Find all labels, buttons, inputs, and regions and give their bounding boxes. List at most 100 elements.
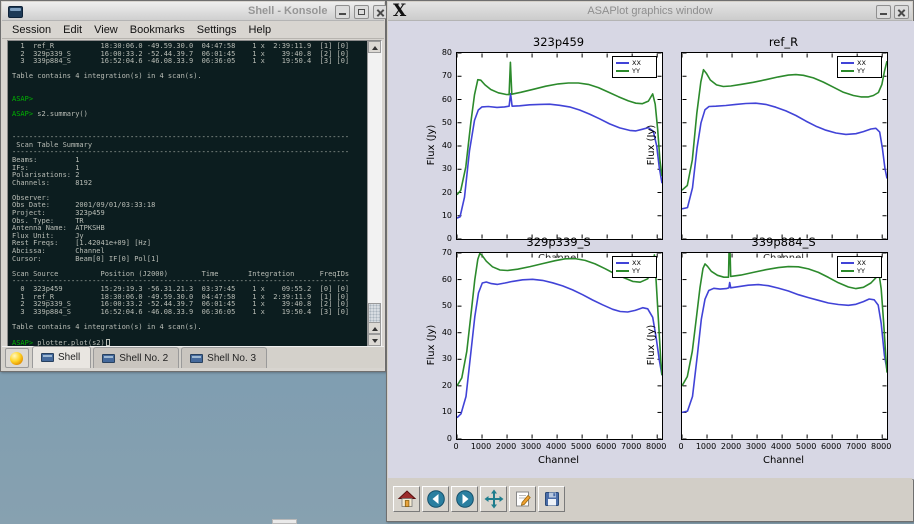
y-tick-label: 70 — [430, 248, 452, 257]
tab-shell[interactable]: Shell — [32, 346, 91, 368]
menu-session[interactable]: Session — [6, 23, 57, 37]
pan-button[interactable] — [480, 486, 507, 512]
legend-label: YY — [632, 67, 640, 75]
legend-entry: YY — [841, 67, 878, 75]
legend-line-sample — [616, 270, 629, 272]
series-XX — [457, 279, 662, 417]
series-XX — [682, 103, 887, 209]
legend: XXYY — [837, 56, 882, 78]
home-button[interactable] — [393, 486, 420, 512]
asaplot-titlebar[interactable]: ASAPlot graphics window — [388, 2, 912, 21]
configure-button[interactable] — [509, 486, 536, 512]
maximize-button[interactable] — [354, 5, 369, 19]
plot-area — [682, 53, 887, 239]
plot-axes-339p884_S[interactable] — [681, 252, 888, 440]
save-button[interactable] — [538, 486, 565, 512]
tab-label: Shell No. 3 — [207, 353, 256, 364]
legend-label: XX — [857, 259, 866, 267]
pan-icon — [484, 489, 504, 509]
window-title: Shell - Konsole — [248, 5, 327, 17]
plot-axes-ref_R[interactable] — [681, 52, 888, 240]
menu-bar: SessionEditViewBookmarksSettingsHelp — [2, 21, 384, 39]
y-tick-label: 60 — [430, 275, 452, 284]
konsole-window: Shell - Konsole SessionEditViewBookmarks… — [0, 0, 386, 372]
terminal[interactable]: 1 ref_R 18:30:06.0 -49.59.30.0 04:47:58 … — [7, 40, 382, 347]
legend-label: XX — [857, 59, 866, 67]
window-title: ASAPlot graphics window — [388, 5, 912, 17]
console-tab-icon — [190, 354, 203, 363]
terminal-line: Table contains 4 integration(s) in 4 sca… — [12, 324, 368, 332]
legend-label: YY — [632, 267, 640, 275]
plot-axes-329p339_S[interactable] — [456, 252, 663, 440]
legend-label: YY — [857, 67, 865, 75]
terminal-line: 3 339p884_S 16:52:04.6 -46.08.33.9 06:36… — [12, 58, 368, 66]
desktop-artifact — [272, 519, 297, 524]
menu-settings[interactable]: Settings — [191, 23, 243, 37]
terminal-scrollbar[interactable] — [367, 41, 381, 346]
tab-shell-no-3[interactable]: Shell No. 3 — [181, 347, 267, 368]
legend-label: YY — [857, 267, 865, 275]
menu-edit[interactable]: Edit — [57, 23, 88, 37]
minimize-button[interactable] — [876, 5, 891, 19]
terminal-line: Channels: 8192 — [12, 180, 368, 188]
menu-view[interactable]: View — [88, 23, 124, 37]
forward-icon — [455, 489, 475, 509]
plot-title: 323p459 — [456, 35, 661, 49]
y-tick-label: 60 — [430, 95, 452, 104]
forward-button[interactable] — [451, 486, 478, 512]
plot-axes-323p459[interactable] — [456, 52, 663, 240]
terminal-line — [12, 187, 368, 195]
prompt: ASAP> — [12, 95, 33, 103]
legend: XXYY — [837, 256, 882, 278]
minimize-icon — [336, 6, 349, 18]
y-tick-label: 80 — [430, 48, 452, 57]
legend-entry: XX — [616, 259, 653, 267]
legend-line-sample — [841, 70, 854, 72]
legend-entry: XX — [616, 59, 653, 67]
plot-title: 339p884_S — [681, 235, 886, 249]
close-button[interactable] — [894, 5, 909, 19]
plot-canvas[interactable]: 323p459XXYY01020304050607080Flux (Jy)ref… — [388, 21, 914, 480]
series-XX — [682, 283, 887, 413]
desktop: Shell - Konsole SessionEditViewBookmarks… — [0, 0, 914, 524]
console-tab-icon — [102, 354, 115, 363]
tab-label: Shell — [58, 352, 80, 363]
plot-area — [457, 253, 662, 439]
prompt: ASAP> — [12, 339, 33, 346]
scroll-up-button-bottom[interactable] — [368, 322, 381, 334]
scrollbar-thumb[interactable] — [368, 303, 381, 323]
scroll-up-button[interactable] — [368, 41, 381, 53]
close-icon — [895, 6, 908, 18]
x-axis-label: Channel — [681, 455, 886, 466]
save-icon — [542, 489, 562, 509]
terminal-cursor — [106, 339, 110, 346]
plot-title: 329p339_S — [456, 235, 661, 249]
configure-icon — [513, 489, 533, 509]
legend-entry: XX — [841, 59, 878, 67]
legend-label: XX — [632, 259, 641, 267]
legend-line-sample — [616, 262, 629, 264]
minimize-button[interactable] — [335, 5, 350, 19]
y-tick-label: 10 — [430, 211, 452, 220]
legend: XXYY — [612, 56, 657, 78]
terminal-line — [12, 89, 368, 97]
y-axis-label: Flux (Jy) — [426, 305, 438, 385]
y-axis-label: Flux (Jy) — [646, 105, 658, 185]
menu-bookmarks[interactable]: Bookmarks — [124, 23, 191, 37]
new-session-button[interactable] — [5, 348, 29, 368]
tab-shell-no-2[interactable]: Shell No. 2 — [93, 347, 179, 368]
plot-toolbar — [388, 478, 912, 520]
y-tick-label: 10 — [430, 407, 452, 416]
menu-help[interactable]: Help — [243, 23, 278, 37]
back-button[interactable] — [422, 486, 449, 512]
maximize-icon — [355, 6, 368, 18]
plot-title: ref_R — [681, 35, 886, 49]
konsole-titlebar[interactable]: Shell - Konsole — [2, 2, 384, 21]
tab-bar: Shell Shell No. 2 Shell No. 3 — [2, 346, 384, 368]
scroll-down-button[interactable] — [368, 334, 381, 346]
legend-entry: YY — [616, 67, 653, 75]
series-YY — [682, 61, 887, 190]
series-XX — [457, 94, 662, 218]
new-session-icon — [10, 352, 23, 365]
terminal-line: 3 339p884_S 16:52:04.6 -46.08.33.9 06:36… — [12, 309, 368, 317]
